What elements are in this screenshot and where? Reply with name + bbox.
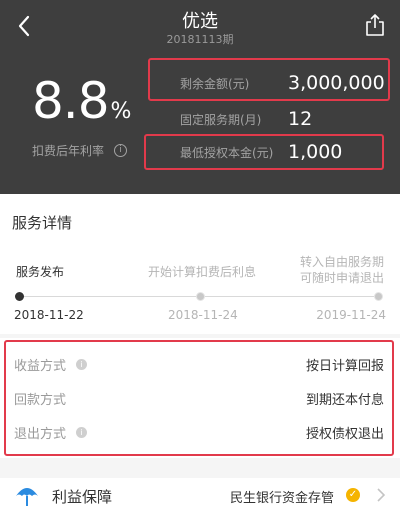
step-3-label-line1: 转入自由服务期 xyxy=(299,255,384,269)
minimum-principal: 最低授权本金(元) 1,000 xyxy=(180,141,342,163)
rate-unit: % xyxy=(110,99,132,124)
detail-key: 退出方式 xyxy=(14,426,67,442)
term-value: 12 xyxy=(288,108,313,130)
timeline-dot-2 xyxy=(196,292,205,301)
timeline-dot-1 xyxy=(15,292,24,301)
guarantee-row[interactable]: 利益保障 民生银行资金存管 ✓ xyxy=(0,478,400,510)
step-2-date: 2018-11-24 xyxy=(168,308,238,322)
share-icon xyxy=(366,14,384,36)
guarantee-title: 利益保障 xyxy=(52,488,113,506)
annual-rate: 8.8% xyxy=(32,72,131,130)
umbrella-icon xyxy=(16,488,38,506)
step-3-label: 转入自由服务期 可随时申请退出 xyxy=(300,254,384,286)
hero-panel: 优选 20181113期 8.8% 扣费后年利率 i 剩余金额(元) 3,000… xyxy=(0,0,400,194)
detail-row-exit: 退出方式 i 授权债权退出 xyxy=(14,422,384,442)
step-1-date: 2018-11-22 xyxy=(14,308,84,322)
chevron-right-icon xyxy=(377,488,386,502)
step-2-label: 开始计算扣费后利息 xyxy=(148,265,257,279)
info-icon[interactable]: i xyxy=(76,426,88,438)
share-button[interactable] xyxy=(364,13,386,37)
step-3-date: 2019-11-24 xyxy=(316,308,386,322)
rate-label-row: 扣费后年利率 i xyxy=(32,142,128,159)
detail-row-repayment: 回款方式 到期还本付息 xyxy=(14,388,384,408)
term: 固定服务期(月) 12 xyxy=(180,108,312,130)
remaining-value: 3,000,000 xyxy=(288,72,385,94)
rate-value: 8.8 xyxy=(32,72,110,130)
step-1-label: 服务发布 xyxy=(16,265,65,279)
detail-value: 按日计算回报 xyxy=(305,358,384,374)
timeline-dot-3 xyxy=(374,292,383,301)
page-title: 优选 xyxy=(182,11,218,32)
detail-key: 回款方式 xyxy=(14,392,67,408)
remaining-amount: 剩余金额(元) 3,000,000 xyxy=(180,72,385,94)
detail-key: 收益方式 xyxy=(14,358,67,374)
info-icon[interactable]: i xyxy=(114,144,128,157)
term-label: 固定服务期(月) xyxy=(180,112,262,127)
service-title: 服务详情 xyxy=(12,214,73,232)
rate-label: 扣费后年利率 xyxy=(32,144,105,158)
min-label: 最低授权本金(元) xyxy=(180,145,274,160)
guarantee-value: 民生银行资金存管 xyxy=(230,491,335,506)
check-badge-icon: ✓ xyxy=(346,488,360,502)
min-value: 1,000 xyxy=(288,141,343,163)
page-subtitle: 20181113期 xyxy=(166,33,234,46)
detail-value: 授权债权退出 xyxy=(305,426,384,442)
step-3-label-line2: 可随时申请退出 xyxy=(299,271,384,285)
remaining-label: 剩余金额(元) xyxy=(180,76,250,91)
detail-value: 到期还本付息 xyxy=(305,392,384,408)
detail-row-income: 收益方式 i 按日计算回报 xyxy=(14,354,384,374)
info-icon[interactable]: i xyxy=(76,358,88,370)
